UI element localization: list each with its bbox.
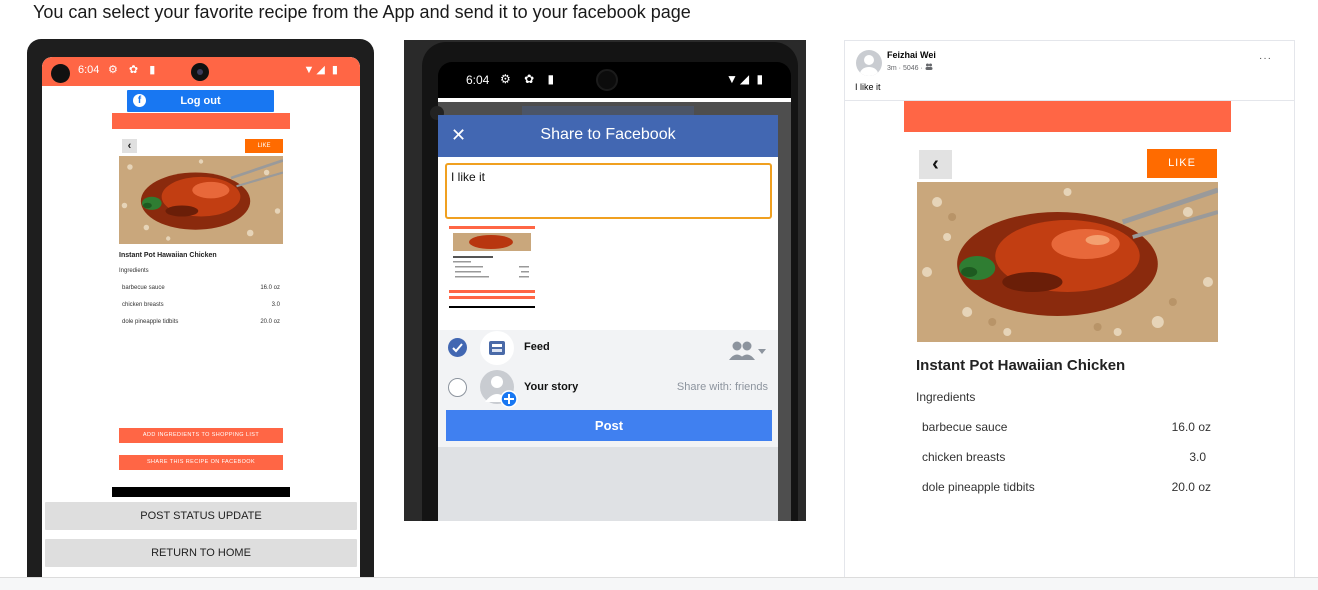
- feed-icon: [480, 331, 514, 365]
- post-button[interactable]: Post: [446, 410, 772, 441]
- ingredient-amount: 16.0 oz: [1171, 420, 1211, 434]
- like-button[interactable]: LIKE: [245, 139, 283, 153]
- phone-screen: 6:04 ⚙ ✿ ▮ ▼◢ ▮ f Log out ‹ LIKE Instant…: [42, 57, 360, 579]
- friends-audience-icon[interactable]: [728, 340, 768, 367]
- ingredient-amount: 20.0 oz: [1171, 480, 1211, 494]
- recipe-image: [119, 156, 283, 244]
- return-to-home-button[interactable]: RETURN TO HOME: [45, 539, 357, 567]
- app-header-bar: [904, 101, 1231, 132]
- ingredient-name: dole pineapple tidbits: [922, 480, 1035, 494]
- dialog-title: Share to Facebook: [540, 126, 676, 143]
- dialog-header: ✕ Share to Facebook: [438, 115, 778, 157]
- ingredient-name: chicken breasts: [922, 450, 1006, 464]
- list-item: chicken breasts 3.0: [922, 450, 1211, 464]
- ingredients-label: Ingredients: [916, 390, 976, 404]
- feed-checkbox[interactable]: [448, 338, 467, 357]
- ingredient-amount: 20.0 oz: [260, 319, 280, 325]
- signal-battery-icon: ▼◢ ▮: [303, 64, 340, 76]
- message-input[interactable]: I like it: [445, 163, 772, 219]
- recipe-title: Instant Pot Hawaiian Chicken: [916, 357, 1126, 374]
- ingredient-name: barbecue sauce: [122, 285, 165, 291]
- ingredient-name: chicken breasts: [122, 302, 164, 308]
- friends-audience-icon: [925, 63, 933, 72]
- share-on-facebook-button[interactable]: SHARE THIS RECIPE ON FACEBOOK: [119, 455, 283, 470]
- recipe-preview-thumbnail: [449, 226, 535, 312]
- list-item: dole pineapple tidbits 20.0 oz: [922, 480, 1211, 494]
- facebook-post: Feizhai Wei 3m · 5046 · ··· I like it ‹ …: [844, 40, 1295, 590]
- divider-bar: [112, 487, 290, 497]
- facebook-logout-button[interactable]: f Log out: [127, 90, 274, 112]
- avatar[interactable]: [856, 50, 882, 76]
- your-story-radio[interactable]: [448, 378, 467, 397]
- list-item: chicken breasts 3.0: [122, 302, 280, 308]
- status-icons: ⚙ ✿ ▮: [108, 64, 160, 76]
- front-camera: [191, 63, 209, 81]
- status-time: 6:04: [466, 73, 490, 87]
- post-author[interactable]: Feizhai Wei: [887, 50, 936, 60]
- your-story-avatar: [480, 370, 518, 408]
- dialog-content: I like it: [438, 157, 778, 330]
- camera-dot: [51, 64, 70, 83]
- ingredients-label: Ingredients: [119, 268, 149, 274]
- feed-label: Feed: [524, 341, 550, 353]
- phone-share-dialog: 6:04 ⚙ ✿ ▮ ▼◢ ▮ ✕ Share to Facebook I li…: [404, 40, 806, 521]
- phone-recipe-screen: 6:04 ⚙ ✿ ▮ ▼◢ ▮ f Log out ‹ LIKE Instant…: [27, 39, 374, 579]
- status-icons: ⚙ ✿ ▮: [500, 72, 560, 86]
- your-story-label: Your story: [524, 381, 579, 393]
- more-options-icon[interactable]: ···: [1259, 53, 1272, 64]
- ingredient-name: dole pineapple tidbits: [122, 319, 179, 325]
- app-header-bar: [112, 113, 290, 129]
- add-to-shopping-list-button[interactable]: ADD INGREDIENTS TO SHOPPING LIST: [119, 428, 283, 443]
- post-status-update-button[interactable]: POST STATUS UPDATE: [45, 502, 357, 530]
- page-footer-strip: [0, 578, 1318, 590]
- ingredient-name: barbecue sauce: [922, 420, 1008, 434]
- share-dialog: ✕ Share to Facebook I like it Feed Your …: [438, 115, 778, 521]
- list-item: dole pineapple tidbits 20.0 oz: [122, 319, 280, 325]
- like-button: LIKE: [1147, 149, 1217, 178]
- status-bar: 6:04 ⚙ ✿ ▮ ▼◢ ▮: [42, 57, 360, 86]
- caption: You can select your favorite recipe from…: [33, 2, 691, 22]
- post-meta: 3m · 5046 ·: [887, 63, 933, 72]
- recipe-title: Instant Pot Hawaiian Chicken: [119, 252, 217, 259]
- back-button[interactable]: ‹: [122, 139, 137, 153]
- signal-battery-icon: ▼◢ ▮: [726, 72, 766, 86]
- list-item: barbecue sauce 16.0 oz: [922, 420, 1211, 434]
- share-with-label: Share with: friends: [676, 381, 768, 393]
- post-message: I like it: [855, 82, 881, 92]
- ingredient-amount: 3.0: [1189, 450, 1206, 464]
- ingredient-amount: 16.0 oz: [260, 285, 280, 291]
- logout-label: Log out: [180, 95, 221, 107]
- status-time: 6:04: [78, 64, 100, 76]
- ingredient-amount: 3.0: [271, 302, 280, 308]
- list-item: barbecue sauce 16.0 oz: [122, 285, 280, 291]
- back-button: ‹: [919, 150, 952, 179]
- front-camera: [596, 69, 618, 91]
- recipe-image[interactable]: [917, 182, 1218, 342]
- post-time: 3m · 5046 ·: [887, 65, 925, 72]
